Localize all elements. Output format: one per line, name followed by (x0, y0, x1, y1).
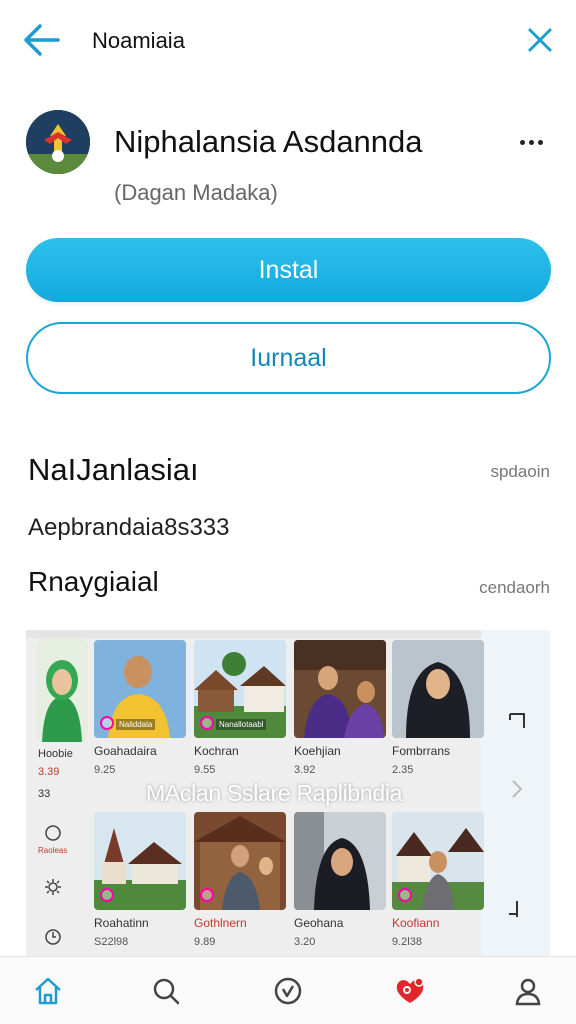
thumbnail-number: 3.92 (294, 764, 316, 776)
thumbnail-caption: Fombrrans (392, 744, 451, 758)
story-ring-icon (200, 888, 214, 902)
more-horizontal-icon[interactable] (518, 132, 554, 152)
search-icon[interactable] (148, 973, 184, 1009)
thumbnail-group[interactable] (294, 640, 386, 738)
thumbnail-number: 9.2l38 (392, 936, 422, 948)
compass-icon[interactable] (270, 973, 306, 1009)
story-ring-icon (100, 888, 114, 902)
top-app-bar: Noamiaia (0, 0, 576, 82)
section-link[interactable]: spdaoin (490, 462, 550, 482)
thumbnail-caption: Geohana (294, 916, 344, 930)
crop-icon[interactable] (506, 710, 528, 732)
app-header: Niphalansia Asdannda (Dagan Madaka) (0, 100, 576, 220)
thumbnail-tag: Naliddala (116, 719, 156, 730)
info-section-header: NaIJanlasiaı spdaoin (28, 452, 550, 492)
home-icon[interactable] (30, 973, 66, 1009)
preview-overlay-text: MAclan Sslare Raplibndia (146, 780, 403, 806)
thumbnail-caption: Koehjian (294, 744, 341, 758)
thumbnail-caption: Koofiann (392, 916, 440, 930)
story-ring-icon (100, 716, 114, 730)
section-link[interactable]: cendaorh (479, 578, 550, 598)
section-title: Rnaygiaial (28, 566, 159, 597)
screenshot-preview[interactable]: 45 Hoobie 3.39 33 Raoleas (26, 630, 550, 956)
thumbnail-number: 3.20 (294, 936, 316, 948)
app-developer[interactable]: (Dagan Madaka) (114, 180, 278, 206)
thumbnail-people-house[interactable] (194, 812, 286, 910)
app-detail-text: Aepbrandaia8s333 (28, 514, 230, 541)
close-icon[interactable] (524, 24, 556, 56)
page-title: Noamiaia (92, 28, 185, 53)
thumbnail-portrait-hijab[interactable] (392, 640, 484, 738)
profile-icon[interactable] (510, 973, 546, 1009)
thumbnail-caption: Roahatinn (94, 916, 149, 930)
gear-icon (44, 878, 62, 896)
thumbnail-number: 2.35 (392, 764, 414, 776)
clock-icon (44, 928, 62, 946)
section-title: NaIJanlasiaı (28, 452, 199, 487)
app-name: Niphalansia Asdannda (114, 124, 423, 159)
bottom-navigation (0, 956, 576, 1024)
install-button[interactable]: Instal (26, 238, 551, 302)
profile-photo (36, 638, 88, 742)
secondary-button[interactable]: Iurnaal (26, 322, 551, 394)
preview-label: Hoobie (38, 748, 73, 760)
thumbnail-caption: Goahadaira (94, 744, 157, 758)
thumbnail-number: 9.55 (194, 764, 216, 776)
thumbnail-tag: Nanallotaabl (216, 719, 267, 730)
notifications-icon[interactable] (392, 973, 428, 1009)
phone-status-bar (26, 630, 481, 638)
chevron-right-icon[interactable] (506, 778, 528, 800)
preview-label: 33 (38, 788, 51, 800)
plus-icon[interactable] (506, 898, 528, 920)
screenshots-section-header: Rnaygiaial cendaorh (28, 566, 550, 602)
preview-label: 3.39 (38, 766, 60, 778)
preview-left-column: Hoobie 3.39 33 Raoleas (30, 638, 90, 956)
thumbnail-house[interactable]: Nanallotaabl (194, 640, 286, 738)
thumbnail-church[interactable] (94, 812, 186, 910)
story-ring-icon (200, 716, 214, 730)
circle-icon (44, 824, 62, 842)
preview-label: Raoleas (38, 846, 68, 855)
thumbnail-caption: Gothlnern (194, 916, 247, 930)
story-ring-icon (398, 888, 412, 902)
thumbnail-caption: Kochran (194, 744, 239, 758)
arrow-left-icon[interactable] (22, 22, 62, 58)
app-logo-icon (26, 110, 90, 174)
thumbnail-number: 9.89 (194, 936, 216, 948)
thumbnail-number: 9.25 (94, 764, 116, 776)
thumbnail-portrait[interactable]: Naliddala (94, 640, 186, 738)
thumbnail-man-church[interactable] (392, 812, 484, 910)
thumbnail-portrait-hijab-2[interactable] (294, 812, 386, 910)
thumbnail-number: S22l98 (94, 936, 129, 948)
